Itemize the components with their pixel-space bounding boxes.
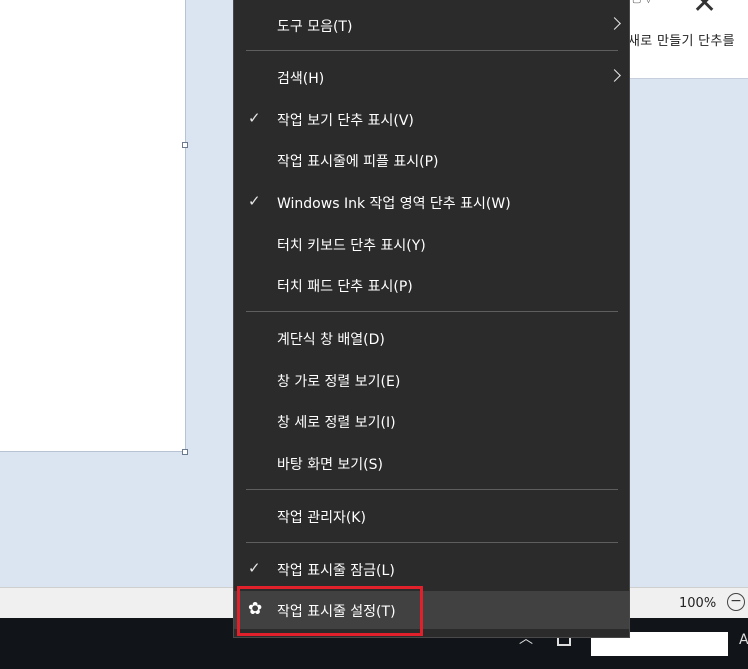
panel-top-fragment: ▢ ▽ <box>632 0 652 5</box>
checkmark-icon: ✓ <box>248 109 261 127</box>
menu-item-stacked[interactable]: 창 가로 정렬 보기(E) <box>234 361 629 399</box>
menu-separator <box>246 311 618 312</box>
menu-item-label: 작업 관리자(K) <box>277 510 366 526</box>
chevron-right-icon <box>608 17 621 30</box>
menu-item-toolbars[interactable]: 도구 모음(T) <box>234 6 629 44</box>
menu-separator <box>246 50 618 51</box>
zoom-level[interactable]: 100% <box>679 596 716 611</box>
menu-item-people[interactable]: 작업 표시줄에 피플 표시(P) <box>234 141 629 179</box>
menu-item-cascade[interactable]: 계단식 창 배열(D) <box>234 319 629 357</box>
menu-item-touch-keyboard[interactable]: 터치 키보드 단추 표시(Y) <box>234 225 629 263</box>
panel-caption: 새로 만들기 단추를 <box>628 34 735 49</box>
menu-item-label: 작업 표시줄 잠금(L) <box>277 563 395 579</box>
menu-separator <box>246 489 618 490</box>
menu-item-label: 창 세로 정렬 보기(I) <box>277 415 396 431</box>
menu-item-search[interactable]: 검색(H) <box>234 58 629 96</box>
menu-item-show-desktop[interactable]: 바탕 화면 보기(S) <box>234 444 629 482</box>
checkmark-icon: ✓ <box>248 192 261 210</box>
menu-item-label: 계단식 창 배열(D) <box>277 332 385 348</box>
menu-item-label: 바탕 화면 보기(S) <box>277 457 383 473</box>
menu-item-touchpad[interactable]: 터치 패드 단추 표시(P) <box>234 266 629 304</box>
menu-item-label: Windows Ink 작업 영역 단추 표시(W) <box>277 196 511 212</box>
menu-item-label: 터치 패드 단추 표시(P) <box>277 279 413 295</box>
highlight-annotation <box>237 586 423 636</box>
checkmark-icon: ✓ <box>248 559 261 577</box>
menu-item-label: 창 가로 정렬 보기(E) <box>277 374 401 390</box>
menu-item-task-manager[interactable]: 작업 관리자(K) <box>234 497 629 535</box>
menu-item-label: 검색(H) <box>277 71 325 87</box>
resize-handle[interactable] <box>182 142 188 148</box>
menu-item-label: 도구 모음(T) <box>277 19 353 35</box>
document-page[interactable] <box>0 0 188 455</box>
menu-item-windows-ink[interactable]: ✓ Windows Ink 작업 영역 단추 표시(W) <box>234 183 629 221</box>
chevron-right-icon <box>608 69 621 82</box>
menu-separator <box>246 542 618 543</box>
menu-item-label: 작업 보기 단추 표시(V) <box>277 113 414 129</box>
menu-item-lock-taskbar[interactable]: ✓ 작업 표시줄 잠금(L) <box>234 550 629 588</box>
input-indicator-icon[interactable]: A <box>739 632 748 648</box>
menu-item-task-view[interactable]: ✓ 작업 보기 단추 표시(V) <box>234 100 629 138</box>
zoom-out-icon[interactable]: − <box>727 593 745 611</box>
resize-handle[interactable] <box>182 449 188 455</box>
menu-item-label: 작업 표시줄에 피플 표시(P) <box>277 154 439 170</box>
menu-item-side-by-side[interactable]: 창 세로 정렬 보기(I) <box>234 402 629 440</box>
panel-close-icon[interactable]: ✕ <box>692 0 717 21</box>
menu-item-label: 터치 키보드 단추 표시(Y) <box>277 238 426 254</box>
taskbar-context-menu: 도구 모음(T) 검색(H) ✓ 작업 보기 단추 표시(V) 작업 표시줄에 … <box>233 0 630 638</box>
